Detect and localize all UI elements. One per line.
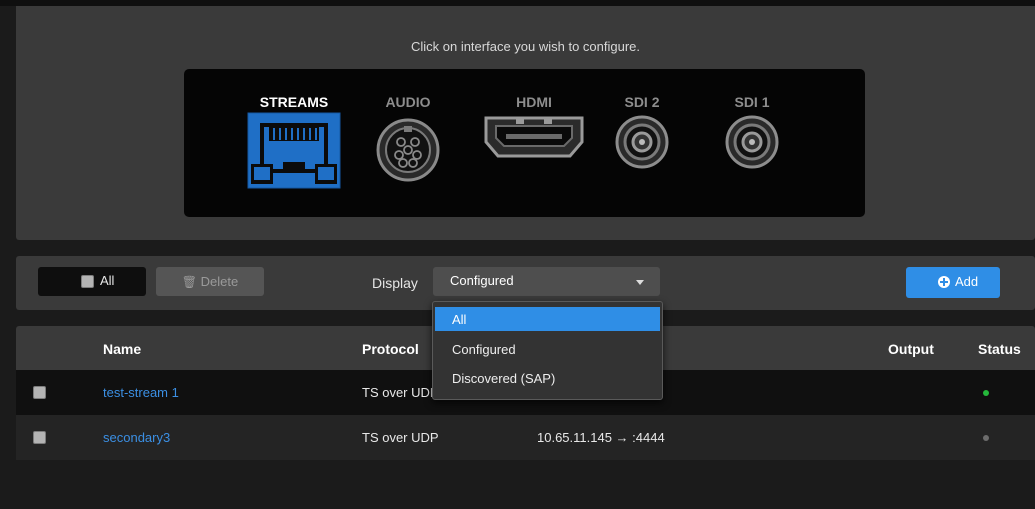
display-dropdown-menu: All Configured Discovered (SAP)	[432, 301, 663, 400]
add-label: Add	[955, 274, 979, 289]
dropdown-option-all[interactable]: All	[435, 307, 660, 331]
select-all-toggle[interactable]: All	[38, 267, 146, 296]
row-checkbox[interactable]	[33, 431, 46, 444]
table-row[interactable]: secondary3 TS over UDP 10.65.11.145 → :4…	[16, 415, 1035, 460]
interface-label: STREAMS	[259, 94, 329, 110]
delete-button[interactable]: 🗑 Delete	[156, 267, 264, 296]
interface-label: SDI 2	[624, 94, 660, 110]
plus-circle-icon	[938, 276, 950, 288]
interface-label: AUDIO	[385, 94, 431, 110]
bnc-connector-icon	[725, 115, 779, 169]
display-select-value: Configured	[450, 273, 514, 288]
status-indicator	[983, 435, 989, 441]
interface-label: HDMI	[516, 94, 552, 110]
trash-icon: 🗑	[181, 275, 198, 289]
dropdown-option-configured[interactable]: Configured	[435, 337, 660, 361]
select-all-label: All	[100, 273, 115, 288]
display-select[interactable]: Configured	[433, 267, 660, 296]
add-stream-button[interactable]: Add	[906, 267, 1000, 298]
hdmi-port-icon	[484, 116, 584, 158]
select-all-checkbox[interactable]	[81, 275, 94, 288]
ethernet-port-icon	[247, 112, 341, 189]
caret-down-icon	[636, 280, 644, 285]
column-header-name[interactable]: Name	[103, 341, 141, 357]
interface-label: SDI 1	[734, 94, 770, 110]
audio-connector-icon	[376, 118, 440, 182]
interface-streams[interactable]: STREAMS	[247, 94, 341, 189]
bnc-connector-icon	[615, 115, 669, 169]
delete-label: Delete	[200, 274, 239, 289]
stream-name-link[interactable]: test-stream 1	[103, 385, 179, 400]
page: Click on interface you wish to configure…	[0, 0, 1035, 509]
interface-hdmi[interactable]: HDMI	[482, 94, 586, 162]
dropdown-option-discovered-sap[interactable]: Discovered (SAP)	[435, 366, 660, 390]
display-label: Display	[372, 275, 418, 291]
stream-protocol: TS over UDP	[362, 430, 439, 445]
interface-sdi-2[interactable]: SDI 2	[612, 94, 672, 172]
stream-address: 10.65.11.145 → :4444	[537, 430, 665, 445]
column-header-output[interactable]: Output	[888, 341, 934, 357]
interface-config-panel: Click on interface you wish to configure…	[16, 6, 1035, 240]
instruction-text: Click on interface you wish to configure…	[410, 39, 641, 54]
stream-protocol: TS over UDP	[362, 385, 439, 400]
column-header-status[interactable]: Status	[978, 341, 1021, 357]
interface-diagram: STREAMS AUDIO HDMI SDI 2 SDI 1	[184, 69, 865, 217]
interface-sdi-1[interactable]: SDI 1	[722, 94, 782, 172]
column-header-protocol[interactable]: Protocol	[362, 341, 419, 357]
row-checkbox[interactable]	[33, 386, 46, 399]
status-indicator	[983, 390, 989, 396]
interface-audio[interactable]: AUDIO	[373, 94, 443, 184]
stream-name-link[interactable]: secondary3	[103, 430, 170, 445]
